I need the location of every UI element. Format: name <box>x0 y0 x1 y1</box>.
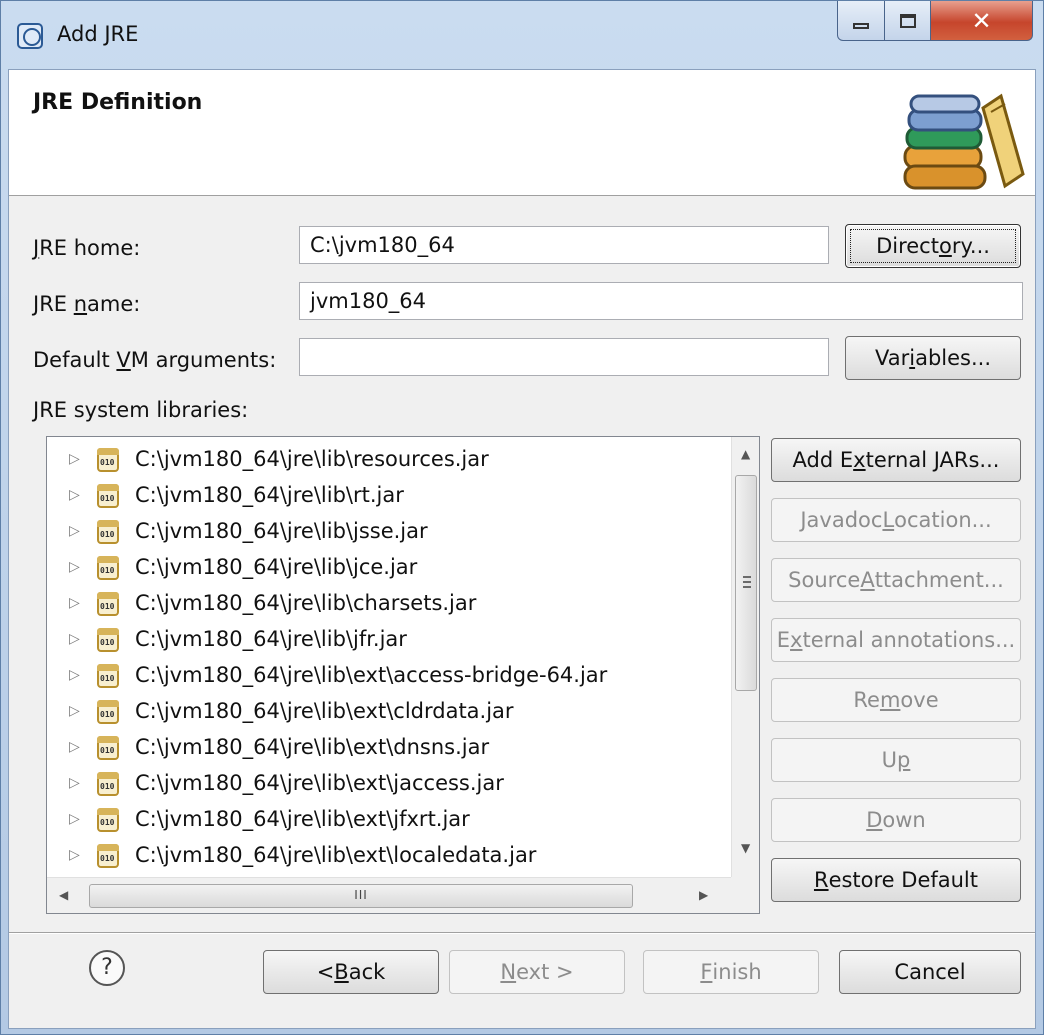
title-bar[interactable]: Add JRE ✕ <box>1 1 1043 69</box>
expand-arrow-icon[interactable]: ▷ <box>69 667 81 683</box>
minimize-button[interactable] <box>837 1 885 41</box>
scroll-up-arrow-icon[interactable]: ▲ <box>741 447 750 461</box>
jar-file-icon <box>97 448 119 472</box>
library-row[interactable]: ▷ C:\jvm180_64\jre\lib\jce.jar <box>47 549 727 585</box>
jar-file-icon <box>97 700 119 724</box>
vertical-scrollbar[interactable]: ▲ ▼ <box>731 437 759 877</box>
scroll-corner <box>731 877 759 913</box>
page-title: JRE Definition <box>33 90 203 115</box>
vm-arguments-label: Default VM arguments: <box>33 348 277 372</box>
library-row[interactable]: ▷ C:\jvm180_64\jre\lib\ext\cldrdata.jar <box>47 693 727 729</box>
library-row[interactable]: ▷ C:\jvm180_64\jre\lib\ext\jaccess.jar <box>47 765 727 801</box>
next-button[interactable]: Next > <box>449 950 625 994</box>
library-row[interactable]: ▷ C:\jvm180_64\jre\lib\resources.jar <box>47 441 727 477</box>
jre-home-input[interactable]: C:\jvm180_64 <box>299 226 829 264</box>
library-row[interactable]: ▷ C:\jvm180_64\jre\lib\ext\access-bridge-… <box>47 657 727 693</box>
restore-default-button[interactable]: Restore Default <box>771 858 1021 902</box>
libraries-label: JRE system libraries: <box>33 398 249 422</box>
jar-file-icon <box>97 736 119 760</box>
expand-arrow-icon[interactable]: ▷ <box>69 775 81 791</box>
expand-arrow-icon[interactable]: ▷ <box>69 847 81 863</box>
directory-button[interactable]: Direct o ry... <box>845 224 1021 268</box>
add-jre-dialog: Add JRE ✕ JRE Definition JRE home: C:\jv… <box>0 0 1044 1035</box>
jar-file-icon <box>97 772 119 796</box>
caption-buttons: ✕ <box>837 1 1033 41</box>
grip-icon <box>743 576 751 588</box>
library-path: C:\jvm180_64\jre\lib\ext\access-bridge-6… <box>135 663 608 687</box>
library-tree[interactable]: ▷ C:\jvm180_64\jre\lib\resources.jar ▷ C:\j… <box>46 436 760 914</box>
expand-arrow-icon[interactable]: ▷ <box>69 451 81 467</box>
jar-file-icon <box>97 556 119 580</box>
expand-arrow-icon[interactable]: ▷ <box>69 631 81 647</box>
maximize-button[interactable] <box>885 1 931 41</box>
jar-file-icon <box>97 484 119 508</box>
jar-file-icon <box>97 628 119 652</box>
expand-arrow-icon[interactable]: ▷ <box>69 487 81 503</box>
expand-arrow-icon[interactable]: ▷ <box>69 523 81 539</box>
footer-separator <box>9 932 1035 934</box>
help-icon[interactable]: ? <box>89 950 125 986</box>
library-books-icon <box>903 93 1025 190</box>
eclipse-icon <box>17 23 43 49</box>
scroll-down-arrow-icon[interactable]: ▼ <box>741 841 750 855</box>
back-button[interactable]: < Back <box>263 950 439 994</box>
jar-file-icon <box>97 520 119 544</box>
library-path: C:\jvm180_64\jre\lib\ext\cldrdata.jar <box>135 699 514 723</box>
remove-button[interactable]: Re m ove <box>771 678 1021 722</box>
window-title: Add JRE <box>57 22 139 46</box>
library-row[interactable]: ▷ C:\jvm180_64\jre\lib\ext\jfxrt.jar <box>47 801 727 837</box>
library-row[interactable]: ▷ C:\jvm180_64\jre\lib\rt.jar <box>47 477 727 513</box>
down-button[interactable]: Down <box>771 798 1021 842</box>
library-path: C:\jvm180_64\jre\lib\ext\jaccess.jar <box>135 771 504 795</box>
source-attachment-button[interactable]: Source Attachment... <box>771 558 1021 602</box>
vertical-scroll-thumb[interactable] <box>735 475 757 691</box>
minimize-icon <box>853 22 869 29</box>
up-button[interactable]: Up <box>771 738 1021 782</box>
library-path: C:\jvm180_64\jre\lib\jsse.jar <box>135 519 428 543</box>
library-row[interactable]: ▷ C:\jvm180_64\jre\lib\ext\dnsns.jar <box>47 729 727 765</box>
library-path: C:\jvm180_64\jre\lib\jfr.jar <box>135 627 407 651</box>
jre-home-label: JRE home: <box>33 236 141 260</box>
maximize-icon <box>899 13 916 28</box>
close-button[interactable]: ✕ <box>931 1 1033 41</box>
scroll-right-arrow-icon[interactable]: ▶ <box>699 888 708 902</box>
jar-file-icon <box>97 808 119 832</box>
library-row[interactable]: ▷ C:\jvm180_64\jre\lib\jsse.jar <box>47 513 727 549</box>
library-row[interactable]: ▷ C:\jvm180_64\jre\lib\ext\localedata.jar <box>47 837 727 873</box>
horizontal-scrollbar[interactable]: ◀ III ▶ <box>47 877 731 913</box>
jre-name-input[interactable]: jvm180_64 <box>299 282 1023 320</box>
library-row[interactable]: ▷ C:\jvm180_64\jre\lib\jfr.jar <box>47 621 727 657</box>
variables-button[interactable]: Var i ables... <box>845 336 1021 380</box>
jar-file-icon <box>97 592 119 616</box>
library-path: C:\jvm180_64\jre\lib\ext\dnsns.jar <box>135 735 490 759</box>
expand-arrow-icon[interactable]: ▷ <box>69 811 81 827</box>
expand-arrow-icon[interactable]: ▷ <box>69 595 81 611</box>
dialog-body: JRE Definition JRE home: C:\jvm180_64 Di… <box>8 69 1036 1029</box>
vm-arguments-input[interactable] <box>299 338 829 376</box>
add-external-jars-button[interactable]: Add Ex ternal JARs... <box>771 438 1021 482</box>
close-icon: ✕ <box>971 6 992 35</box>
jre-name-label: JRE name: <box>33 292 141 316</box>
expand-arrow-icon[interactable]: ▷ <box>69 739 81 755</box>
library-path: C:\jvm180_64\jre\lib\ext\localedata.jar <box>135 843 537 867</box>
external-annotations-button[interactable]: Ex ternal annotations... <box>771 618 1021 662</box>
horizontal-scroll-thumb[interactable]: III <box>89 884 633 908</box>
cancel-button[interactable]: Cancel <box>839 950 1021 994</box>
expand-arrow-icon[interactable]: ▷ <box>69 559 81 575</box>
library-row[interactable]: ▷ C:\jvm180_64\jre\lib\charsets.jar <box>47 585 727 621</box>
library-path: C:\jvm180_64\jre\lib\resources.jar <box>135 447 489 471</box>
jar-file-icon <box>97 664 119 688</box>
expand-arrow-icon[interactable]: ▷ <box>69 703 81 719</box>
wizard-header: JRE Definition <box>9 70 1035 196</box>
javadoc-location-button[interactable]: Javadoc Location... <box>771 498 1021 542</box>
library-path: C:\jvm180_64\jre\lib\charsets.jar <box>135 591 477 615</box>
library-path: C:\jvm180_64\jre\lib\ext\jfxrt.jar <box>135 807 470 831</box>
library-path: C:\jvm180_64\jre\lib\rt.jar <box>135 483 404 507</box>
library-path: C:\jvm180_64\jre\lib\jce.jar <box>135 555 418 579</box>
scroll-left-arrow-icon[interactable]: ◀ <box>59 888 68 902</box>
jar-file-icon <box>97 844 119 868</box>
finish-button[interactable]: Finish <box>643 950 819 994</box>
